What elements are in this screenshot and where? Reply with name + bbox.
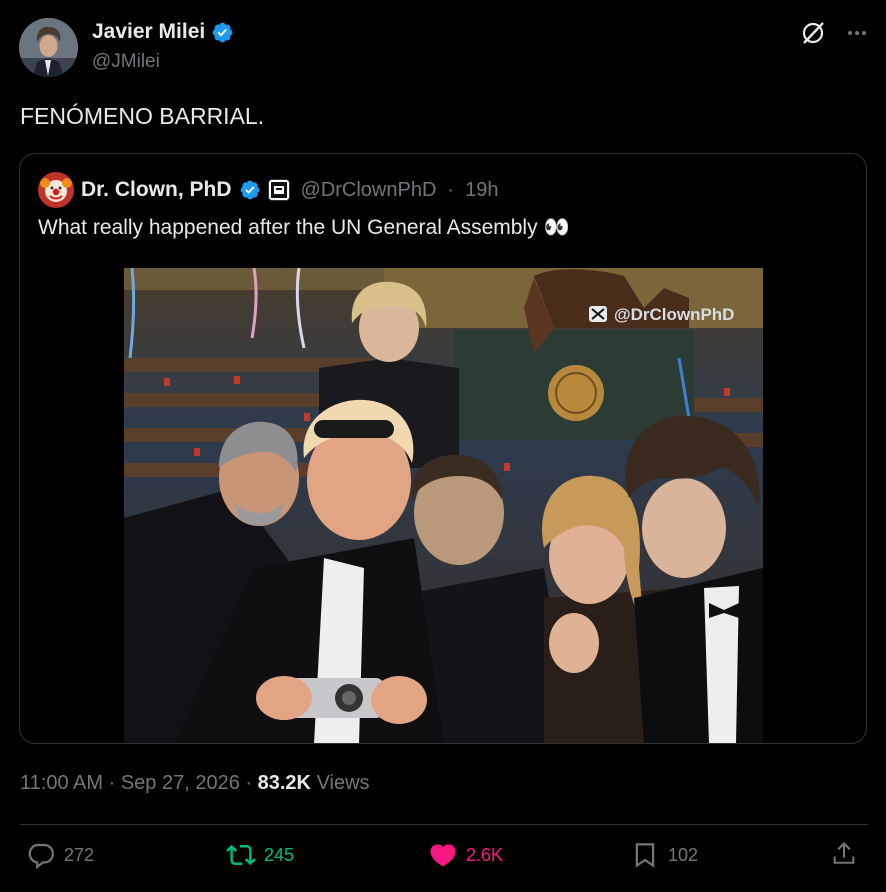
like-button[interactable]: 2.6K xyxy=(428,840,503,870)
repost-count: 245 xyxy=(264,844,295,865)
clown-avatar-image xyxy=(38,172,74,208)
quoted-dot-separator: · xyxy=(447,178,455,201)
meta-separator: · xyxy=(108,772,116,794)
reply-button[interactable]: 272 xyxy=(26,840,94,870)
quoted-media-image[interactable]: @DrClownPhD xyxy=(124,268,763,743)
eyes-emoji: 👀 xyxy=(543,216,570,239)
repost-button[interactable]: 245 xyxy=(226,840,294,870)
quoted-post[interactable]: Dr. Clown, PhD @DrClownPhD · 19h What re… xyxy=(19,153,867,744)
reply-count: 272 xyxy=(64,844,95,865)
share-button[interactable] xyxy=(830,840,858,868)
affiliate-badge-glyph xyxy=(270,182,287,198)
verified-badge-icon[interactable] xyxy=(239,179,261,201)
heart-icon xyxy=(430,844,456,867)
author-avatar-image xyxy=(19,18,78,77)
quoted-author-name[interactable]: Dr. Clown, PhD xyxy=(81,178,232,202)
like-count: 2.6K xyxy=(466,844,504,865)
verified-badge-icon[interactable] xyxy=(211,21,234,44)
bookmark-icon xyxy=(635,843,655,868)
affiliate-badge-icon[interactable] xyxy=(267,179,290,201)
quoted-author-handle[interactable]: @DrClownPhD xyxy=(301,179,437,202)
action-bar: 272 245 2.6K 102 xyxy=(0,840,886,880)
author-handle[interactable]: @JMilei xyxy=(92,51,160,73)
post-time[interactable]: 11:00 AM xyxy=(20,772,103,794)
grok-icon[interactable] xyxy=(800,20,826,46)
author-name[interactable]: Javier Milei xyxy=(92,20,205,44)
quoted-author-avatar[interactable] xyxy=(38,172,74,208)
author-avatar[interactable] xyxy=(19,18,78,77)
image-watermark: @DrClownPhD xyxy=(614,305,734,324)
reply-icon xyxy=(28,843,55,870)
quoted-text: What really happened after the UN Genera… xyxy=(38,216,538,239)
actions-divider xyxy=(20,824,868,825)
post-date[interactable]: Sep 27, 2026 xyxy=(121,772,240,794)
bookmark-count: 102 xyxy=(668,844,699,865)
tweet-text: FENÓMENO BARRIAL. xyxy=(20,103,265,129)
selfie-scene-illustration: @DrClownPhD xyxy=(124,268,763,743)
share-icon xyxy=(833,842,855,864)
meta-separator: · xyxy=(245,772,253,794)
views-label: Views xyxy=(316,772,370,794)
post-meta: 11:00 AM · Sep 27, 2026 · 83.2K Views xyxy=(20,772,370,795)
quoted-timestamp[interactable]: 19h xyxy=(465,179,498,202)
views-count: 83.2K xyxy=(257,772,311,794)
bookmark-button[interactable]: 102 xyxy=(630,840,698,870)
repost-icon xyxy=(226,844,256,866)
more-options-icon[interactable] xyxy=(846,22,868,44)
